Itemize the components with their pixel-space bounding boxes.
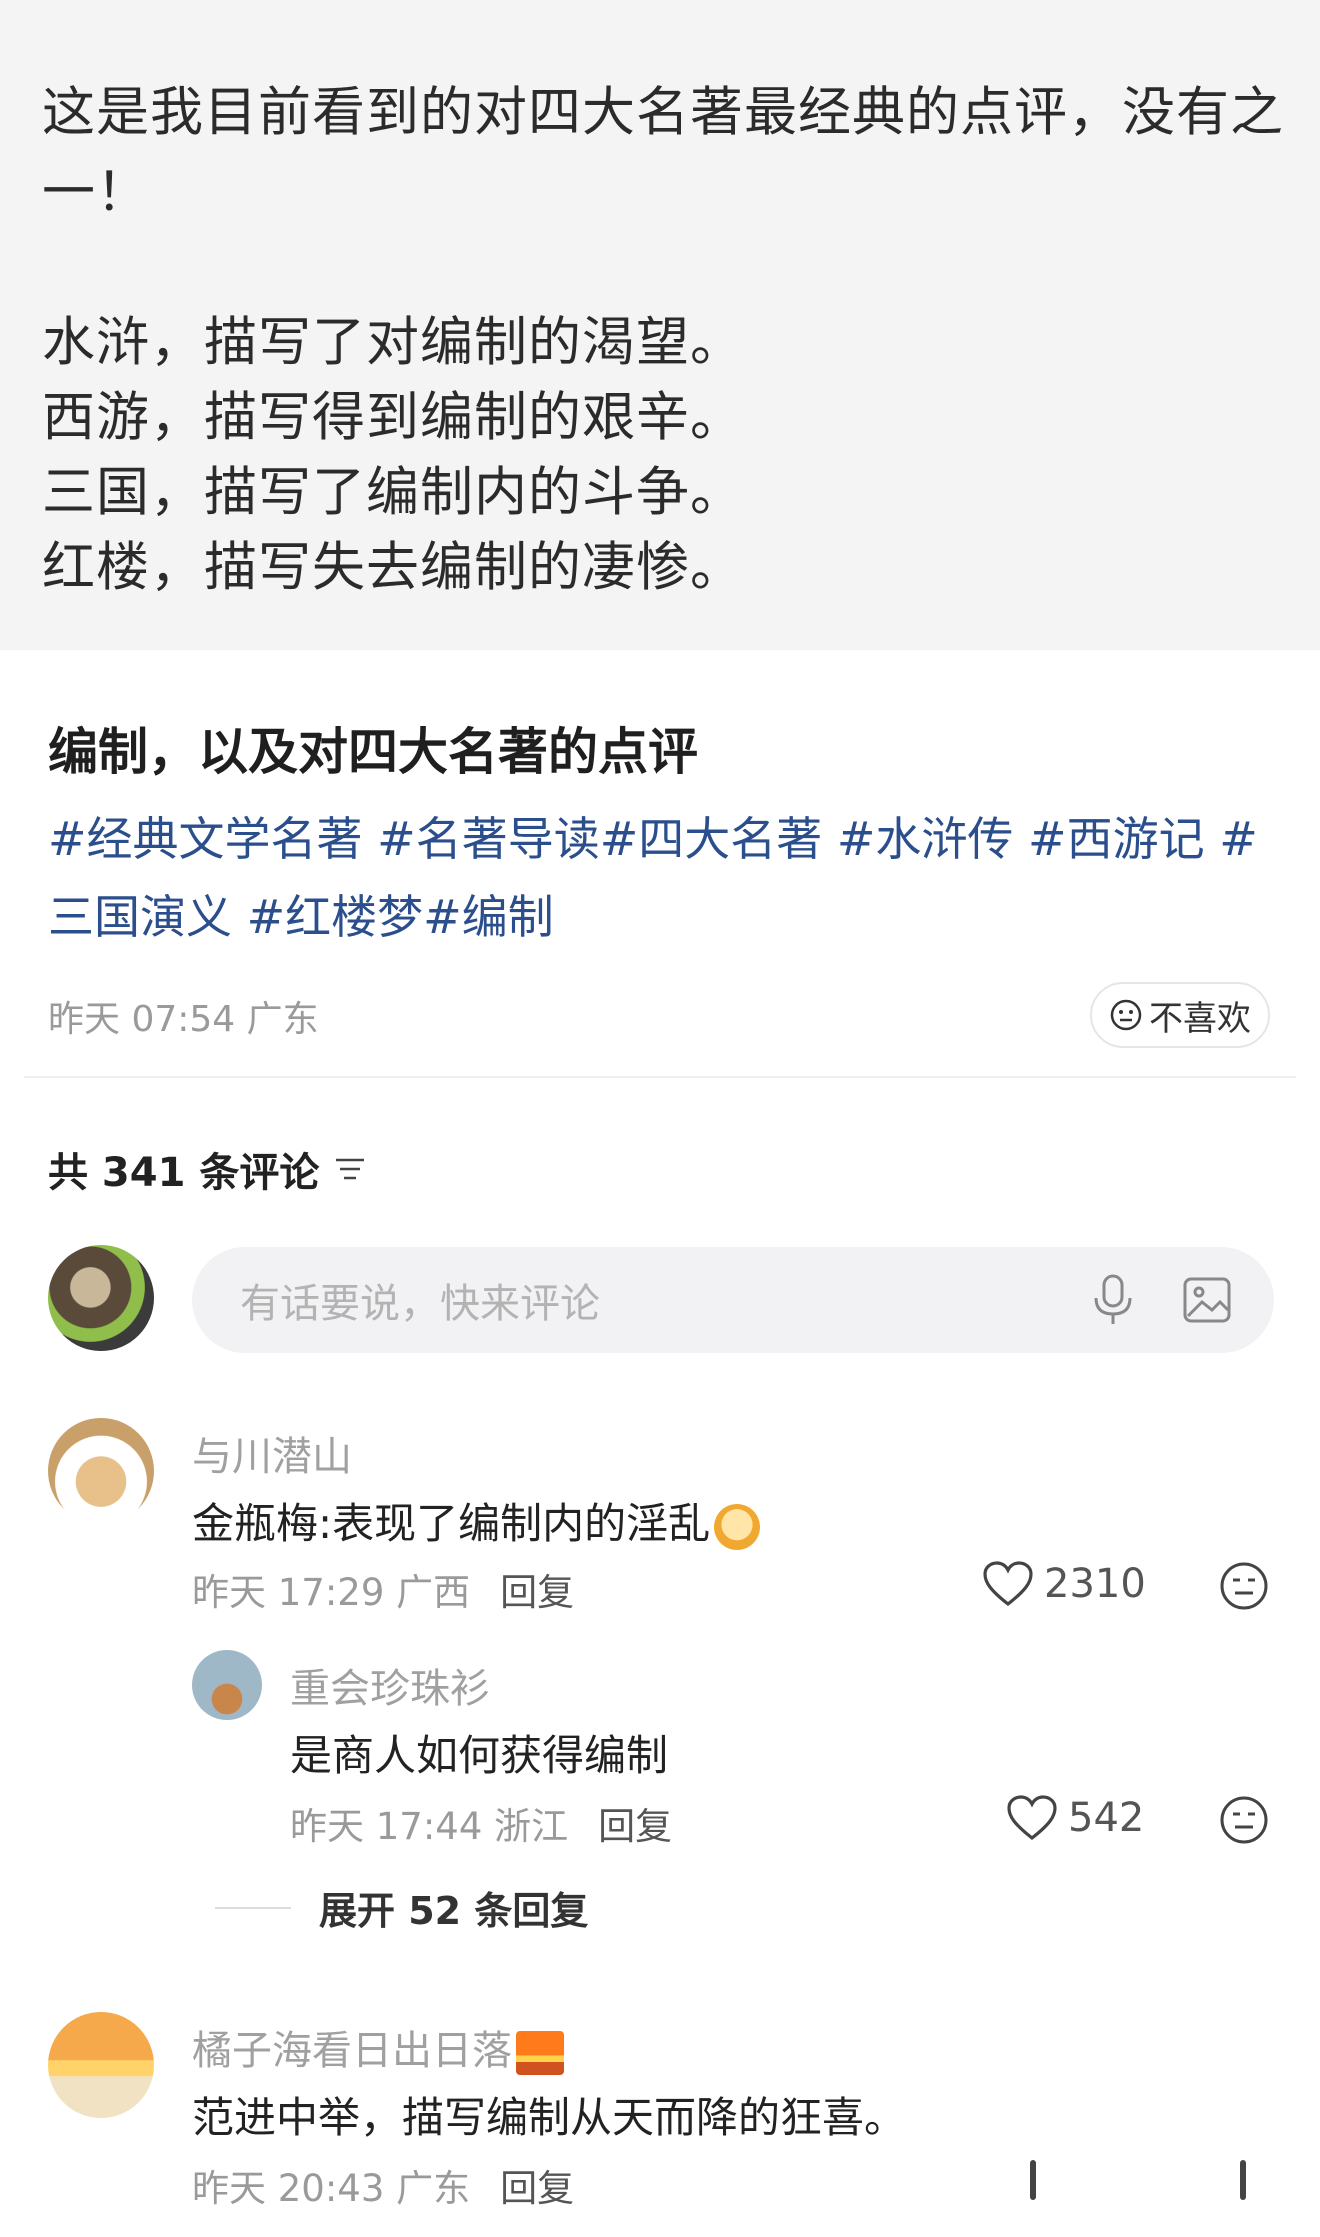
scroll-indicator: [1030, 2160, 1036, 2200]
comment-count-label: 共 341 条评论: [48, 1150, 320, 1196]
mic-icon[interactable]: [1090, 1272, 1136, 1328]
comment-time: 昨天 17:44 浙江: [290, 1805, 569, 1848]
smiley-neutral-icon: [1110, 999, 1142, 1031]
avatar[interactable]: [192, 1650, 262, 1720]
reply-button[interactable]: 回复: [500, 2167, 574, 2210]
comment-placeholder: 有话要说，快来评论: [240, 1281, 600, 1327]
username[interactable]: 重会珍珠衫: [290, 1656, 490, 1714]
username[interactable]: 橘子海看日出日落: [192, 2018, 564, 2076]
quote-line: 三国，描写了编制内的斗争。: [42, 462, 744, 523]
username-text: 橘子海看日出日落: [192, 2028, 512, 2074]
comment-meta: 昨天 17:29 广西 回复: [192, 1562, 574, 1616]
comment-count: 共 341 条评论: [48, 1140, 367, 1198]
my-avatar[interactable]: [48, 1245, 154, 1351]
like-count: 542: [1068, 1795, 1145, 1841]
quote-line: 红楼，描写失去编制的凄惨。: [42, 537, 744, 598]
heart-icon: [983, 1561, 1033, 1607]
meh-face-icon[interactable]: [1218, 1794, 1270, 1846]
scroll-indicator: [1240, 2160, 1246, 2200]
expand-label: 展开 52 条回复: [319, 1889, 589, 1933]
comment-meta: 昨天 20:43 广东 回复: [192, 2158, 574, 2212]
reply-button[interactable]: 回复: [598, 1805, 672, 1848]
post-title: 编制，以及对四大名著的点评: [48, 723, 698, 781]
like-button[interactable]: 542: [1006, 1794, 1144, 1842]
dislike-button[interactable]: 不喜欢: [1090, 982, 1270, 1048]
emoji-icon: [714, 1503, 761, 1550]
quote-line: 一！: [42, 162, 150, 223]
reply-button[interactable]: 回复: [500, 1571, 574, 1614]
tags-line[interactable]: 三国演义 #红楼梦#编制: [48, 878, 1278, 956]
quoted-image[interactable]: 这是我目前看到的对四大名著最经典的点评，没有之 一！ 水浒，描写了对编制的渴望。…: [0, 0, 1320, 650]
comment-text: 是商人如何获得编制: [290, 1731, 669, 1780]
comment-text: 范进中举，描写编制从天而降的狂喜。: [192, 2093, 907, 2142]
post-tags: #经典文学名著 #名著导读#四大名著 #水浒传 #西游记 # 三国演义 #红楼梦…: [48, 800, 1278, 956]
comment-text: 金瓶梅:表现了编制内的淫乱: [192, 1490, 761, 1551]
avatar[interactable]: [48, 1418, 154, 1524]
quote-line: 这是我目前看到的对四大名著最经典的点评，没有之: [42, 82, 1284, 143]
meh-face-icon[interactable]: [1218, 1560, 1270, 1612]
post-meta: 昨天 07:54 广东: [48, 999, 319, 1040]
like-button[interactable]: 2310: [982, 1560, 1146, 1608]
divider: [24, 1076, 1296, 1078]
expand-replies-button[interactable]: 展开 52 条回复: [215, 1880, 588, 1935]
avatar[interactable]: [48, 2012, 154, 2118]
sunset-emoji-icon: [516, 2031, 564, 2075]
comment-body: 金瓶梅:表现了编制内的淫乱: [192, 1499, 711, 1548]
username[interactable]: 与川潜山: [192, 1424, 352, 1482]
image-icon[interactable]: [1182, 1276, 1232, 1324]
quote-line: 西游，描写得到编制的艰辛。: [42, 387, 744, 448]
heart-icon: [1007, 1795, 1057, 1841]
comment-time: 昨天 17:29 广西: [192, 1571, 471, 1614]
like-count: 2310: [1044, 1561, 1146, 1607]
quote-line: 水浒，描写了对编制的渴望。: [42, 312, 744, 373]
dislike-label: 不喜欢: [1149, 998, 1251, 1039]
tags-line[interactable]: #经典文学名著 #名著导读#四大名著 #水浒传 #西游记 #: [48, 800, 1278, 878]
filter-icon[interactable]: [333, 1154, 367, 1184]
comment-meta: 昨天 17:44 浙江 回复: [290, 1796, 672, 1850]
comment-time: 昨天 20:43 广东: [192, 2167, 471, 2210]
expand-divider: [215, 1906, 291, 1909]
